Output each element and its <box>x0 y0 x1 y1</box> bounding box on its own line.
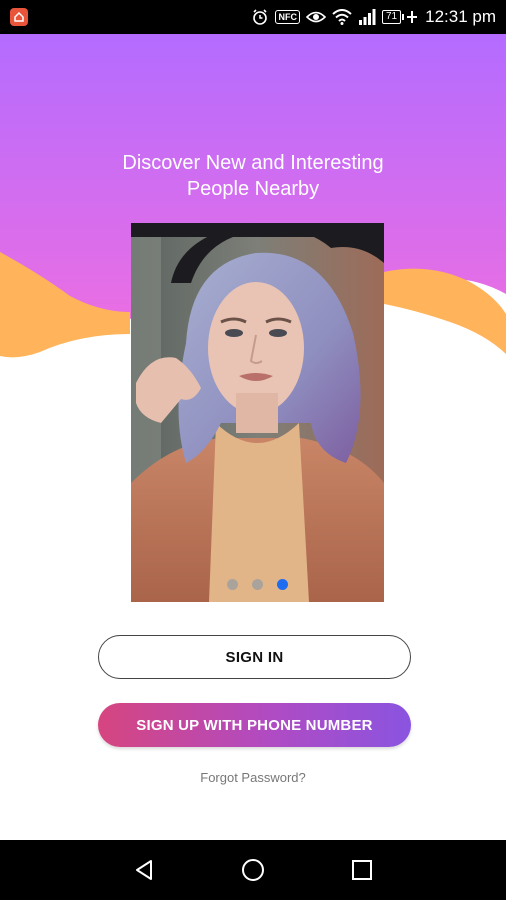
forgot-password-link[interactable]: Forgot Password? <box>0 770 506 785</box>
recents-icon[interactable] <box>342 850 382 890</box>
welcome-screen: Discover New and Interesting People Near… <box>0 34 506 840</box>
charging-icon <box>407 11 418 23</box>
sign-up-phone-button[interactable]: SIGN UP WITH PHONE NUMBER <box>98 703 411 747</box>
back-icon[interactable] <box>124 850 164 890</box>
nfc-icon: NFC <box>275 10 300 24</box>
carousel-indicators <box>131 579 384 590</box>
status-time: 12:31 pm <box>425 7 496 26</box>
battery-icon: 71 <box>381 10 405 24</box>
sign-in-button[interactable]: SIGN IN <box>98 635 411 679</box>
carousel-dot-2[interactable] <box>252 579 263 590</box>
carousel-dot-1[interactable] <box>227 579 238 590</box>
profile-photo <box>131 223 384 602</box>
carousel-dot-3[interactable] <box>277 579 288 590</box>
wifi-icon <box>332 9 352 25</box>
signal-icon <box>358 9 376 25</box>
home-icon[interactable] <box>233 850 273 890</box>
profile-carousel[interactable] <box>131 223 384 602</box>
app-notification-icon <box>10 8 28 26</box>
tagline: Discover New and Interesting People Near… <box>0 150 506 202</box>
alarm-icon <box>251 8 269 26</box>
tagline-line-2: People Nearby <box>186 178 320 200</box>
navigation-bar <box>0 840 506 900</box>
tagline-line-1: Discover New and Interesting <box>122 152 384 174</box>
eye-icon <box>305 10 326 24</box>
status-icons: NFC 71 12:31 pm <box>251 7 496 27</box>
status-bar: NFC 71 12:31 pm <box>0 0 506 34</box>
